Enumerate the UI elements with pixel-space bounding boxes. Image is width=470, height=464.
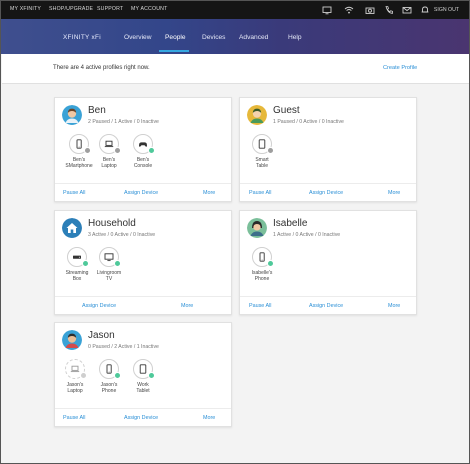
- device-label: TV: [105, 276, 113, 282]
- app-header: XFINITY xFi Overview People Devices Adva…: [1, 19, 469, 54]
- assign-device-button[interactable]: Assign Device: [124, 190, 158, 196]
- device-livingroom-tv[interactable]: Livingroom TV: [89, 247, 129, 282]
- device-isabelles-phone[interactable]: Isabelle's Phone: [242, 247, 282, 282]
- phone-icon[interactable]: [384, 5, 394, 15]
- active-status-dot: [114, 372, 121, 379]
- nav-people[interactable]: People: [165, 34, 186, 41]
- avatar-jason[interactable]: [62, 330, 82, 350]
- more-button[interactable]: More: [388, 190, 400, 196]
- active-status-dot: [148, 372, 155, 379]
- more-button[interactable]: More: [181, 303, 193, 309]
- tv-icon[interactable]: [322, 5, 332, 15]
- avatar-ben[interactable]: [62, 105, 82, 125]
- profile-card-ben: Ben 2 Paused / 1 Active / 0 Inactive Ben…: [54, 97, 232, 202]
- active-status-dot: [114, 260, 121, 267]
- device-label: Box: [72, 276, 82, 282]
- assign-device-button[interactable]: Assign Device: [309, 303, 343, 309]
- pause-all-button[interactable]: Pause All: [63, 415, 85, 421]
- device-label: Tablet: [136, 388, 150, 394]
- pause-all-button[interactable]: Pause All: [249, 303, 271, 309]
- avatar-isabelle[interactable]: [247, 218, 267, 238]
- active-status-dot: [82, 260, 89, 267]
- device-label: Laptop: [67, 388, 83, 394]
- card-footer: Assign Device More: [55, 296, 231, 314]
- active-nav-indicator: [159, 50, 189, 52]
- inactive-status-dot: [80, 372, 87, 379]
- card-footer: Pause All Assign Device More: [240, 296, 416, 314]
- link-my-account[interactable]: MY ACCOUNT: [131, 6, 168, 12]
- device-work-tablet[interactable]: Work Tablet: [123, 359, 163, 394]
- smartphone-icon: [76, 139, 82, 149]
- brand-title[interactable]: XFINITY xFi: [63, 34, 101, 41]
- avatar-guest[interactable]: [247, 105, 267, 125]
- profile-name[interactable]: Isabelle: [273, 218, 307, 229]
- nav-advanced[interactable]: Advanced: [239, 34, 268, 41]
- pause-all-button[interactable]: Pause All: [63, 190, 85, 196]
- bell-icon[interactable]: [420, 5, 430, 15]
- assign-device-button[interactable]: Assign Device: [124, 415, 158, 421]
- avatar-household[interactable]: [62, 218, 82, 238]
- profiles-notice: There are 4 active profiles right now. C…: [2, 54, 469, 84]
- wifi-icon[interactable]: [344, 5, 354, 15]
- assign-device-button[interactable]: Assign Device: [82, 303, 116, 309]
- device-label: Phone: [254, 276, 270, 282]
- gamepad-icon: [139, 142, 147, 147]
- tablet-icon: [139, 364, 147, 374]
- paused-status-dot: [267, 147, 274, 154]
- device-label: Table: [256, 163, 268, 169]
- more-button[interactable]: More: [203, 415, 215, 421]
- card-footer: Pause All Assign Device More: [55, 183, 231, 201]
- profile-name[interactable]: Guest: [273, 105, 300, 116]
- smartphone-icon: [259, 252, 265, 262]
- active-status-dot: [148, 147, 155, 154]
- laptop-icon: [104, 140, 114, 148]
- paused-status-dot: [114, 147, 121, 154]
- mail-icon[interactable]: [402, 5, 412, 15]
- profile-status: 3 Active / 0 Active / 0 Inactive: [88, 232, 156, 238]
- profile-card-isabelle: Isabelle 1 Active / 0 Active / 0 Inactiv…: [239, 210, 417, 315]
- card-footer: Pause All Assign Device More: [240, 183, 416, 201]
- profile-card-guest: Guest 1 Paused / 0 Active / 0 Inactive S…: [239, 97, 417, 202]
- link-support[interactable]: SUPPORT: [97, 6, 123, 12]
- active-status-dot: [267, 260, 274, 267]
- nav-devices[interactable]: Devices: [202, 34, 225, 41]
- device-smart-table[interactable]: Smart Table: [242, 134, 282, 169]
- profile-name[interactable]: Jason: [88, 330, 115, 341]
- device-label: Phone: [101, 388, 117, 394]
- tablet-icon: [258, 139, 266, 149]
- profile-name[interactable]: Household: [88, 218, 136, 229]
- profile-card-jason: Jason 0 Paused / 2 Active / 1 Inactive J…: [54, 322, 232, 427]
- assign-device-button[interactable]: Assign Device: [309, 190, 343, 196]
- tv-icon: [104, 253, 114, 262]
- nav-help[interactable]: Help: [288, 34, 302, 41]
- nav-overview[interactable]: Overview: [124, 34, 151, 41]
- card-footer: Pause All Assign Device More: [55, 408, 231, 426]
- profile-status: 0 Paused / 2 Active / 1 Inactive: [88, 344, 159, 350]
- link-my-xfinity[interactable]: MY XFINITY: [10, 6, 41, 12]
- app-window: MY XFINITY SHOP/UPGRADE SUPPORT MY ACCOU…: [0, 0, 470, 464]
- profile-status: 1 Paused / 0 Active / 0 Inactive: [273, 119, 344, 125]
- utility-bar: MY XFINITY SHOP/UPGRADE SUPPORT MY ACCOU…: [1, 1, 469, 19]
- device-label: Console: [133, 163, 153, 169]
- streaming-box-icon: [73, 255, 81, 259]
- device-bens-console[interactable]: Ben's Console: [123, 134, 163, 169]
- profile-status: 2 Paused / 1 Active / 0 Inactive: [88, 119, 159, 125]
- smartphone-icon: [106, 364, 112, 374]
- profile-name[interactable]: Ben: [88, 105, 106, 116]
- create-profile-link[interactable]: Create Profile: [383, 65, 417, 71]
- profile-card-household: Household 3 Active / 0 Active / 0 Inacti…: [54, 210, 232, 315]
- link-shop-upgrade[interactable]: SHOP/UPGRADE: [49, 6, 93, 12]
- camera-icon[interactable]: [365, 5, 375, 15]
- laptop-icon: [70, 365, 80, 373]
- more-button[interactable]: More: [203, 190, 215, 196]
- more-button[interactable]: More: [388, 303, 400, 309]
- profile-status: 1 Active / 0 Active / 0 Inactive: [273, 232, 341, 238]
- device-label: Laptop: [101, 163, 117, 169]
- pause-all-button[interactable]: Pause All: [249, 190, 271, 196]
- active-profiles-message: There are 4 active profiles right now.: [53, 65, 150, 71]
- sign-out-link[interactable]: SIGN OUT: [434, 7, 459, 13]
